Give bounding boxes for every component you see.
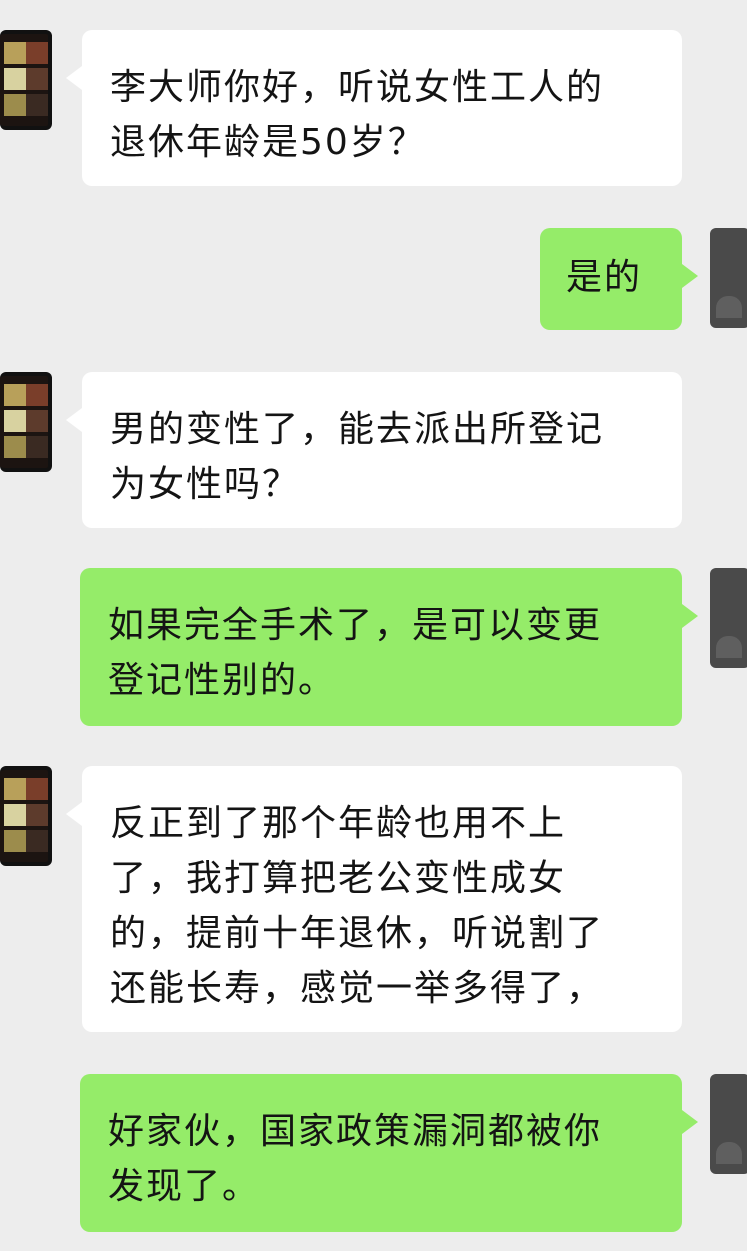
message-bubble-outgoing[interactable]: 是的 xyxy=(540,228,698,330)
chat-conversation: 李大师你好，听说女性工人的 退休年龄是50岁？ 是的 男的变性了，能去派出所登记… xyxy=(0,0,747,1251)
self-avatar-icon[interactable] xyxy=(710,1074,747,1174)
message-bubble-incoming[interactable]: 男的变性了，能去派出所登记 为女性吗？ xyxy=(66,372,682,528)
contact-avatar-icon[interactable] xyxy=(0,372,52,472)
contact-avatar-icon[interactable] xyxy=(0,30,52,130)
message-bubble-outgoing[interactable]: 好家伙，国家政策漏洞都被你 发现了。 xyxy=(80,1074,698,1232)
message-bubble-outgoing[interactable]: 如果完全手术了，是可以变更 登记性别的。 xyxy=(80,568,698,726)
message-bubble-incoming[interactable]: 李大师你好，听说女性工人的 退休年龄是50岁？ xyxy=(66,30,682,186)
contact-avatar-icon[interactable] xyxy=(0,766,52,866)
message-bubble-incoming[interactable]: 反正到了那个年龄也用不上 了，我打算把老公变性成女 的，提前十年退休，听说割了 … xyxy=(66,766,682,1032)
self-avatar-icon[interactable] xyxy=(710,228,747,328)
self-avatar-icon[interactable] xyxy=(710,568,747,668)
